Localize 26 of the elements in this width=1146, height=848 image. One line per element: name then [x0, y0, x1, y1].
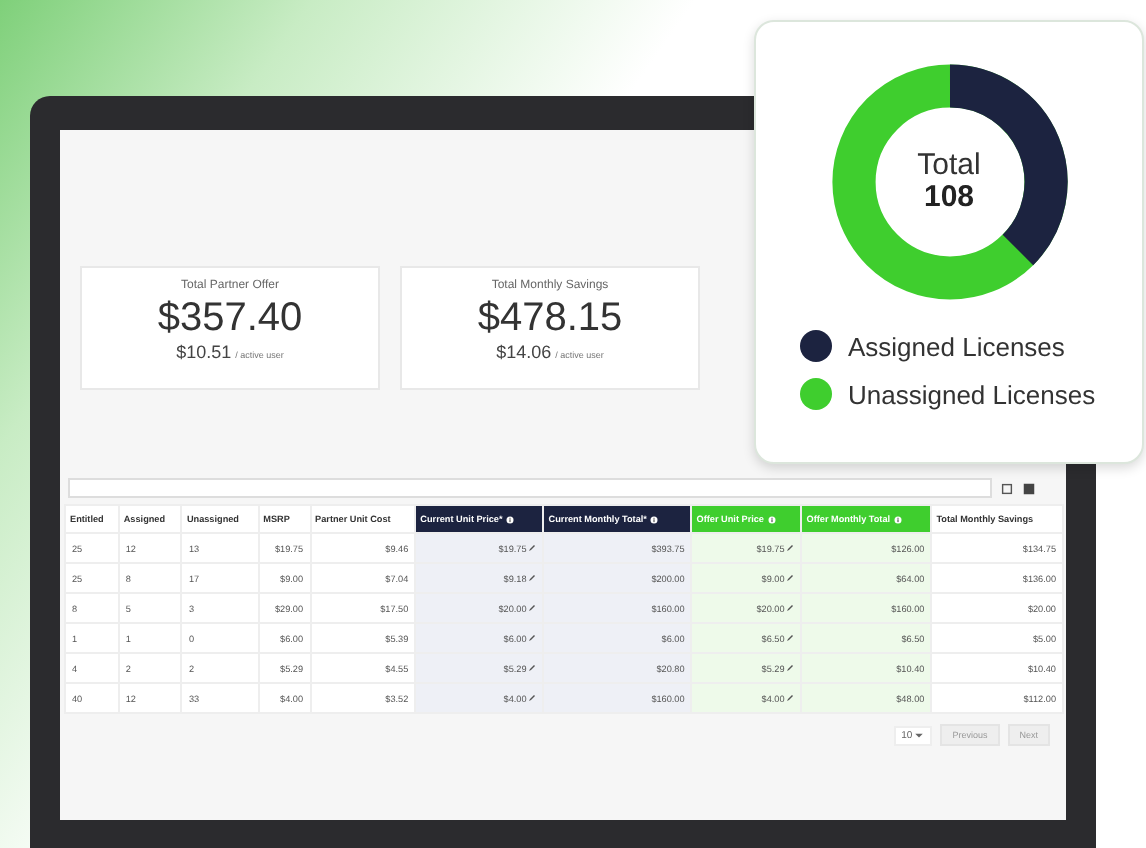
pencil-icon[interactable]: [786, 634, 795, 643]
legend-label: Unassigned Licenses: [848, 379, 1096, 409]
pencil-icon[interactable]: [786, 544, 795, 553]
pencil-icon[interactable]: [528, 574, 537, 583]
per-user-amount: $10.51: [176, 342, 232, 362]
pencil-icon[interactable]: [528, 664, 537, 673]
pencil-icon[interactable]: [786, 574, 795, 583]
info-icon: [894, 515, 903, 524]
info-icon: [768, 515, 776, 524]
legend-label: Assigned Licenses: [848, 331, 1065, 361]
pencil-icon[interactable]: [528, 604, 537, 613]
info-icon: [650, 515, 659, 524]
pencil-icon[interactable]: [786, 664, 795, 673]
info-icon: [506, 515, 515, 524]
pencil-icon[interactable]: [786, 694, 795, 703]
per-user-amount: $14.06: [496, 342, 552, 362]
pencil-icon[interactable]: [528, 544, 537, 553]
card-amount: $357.40: [157, 296, 303, 342]
pencil-icon[interactable]: [528, 634, 537, 643]
total-value: 108: [923, 182, 975, 214]
pencil-icon[interactable]: [786, 604, 795, 613]
caret-icon: [914, 730, 925, 740]
card-amount: $478.15: [477, 296, 623, 342]
total-label: Total: [917, 150, 981, 182]
search-field[interactable]: [68, 478, 992, 498]
pencil-icon[interactable]: [528, 694, 537, 703]
